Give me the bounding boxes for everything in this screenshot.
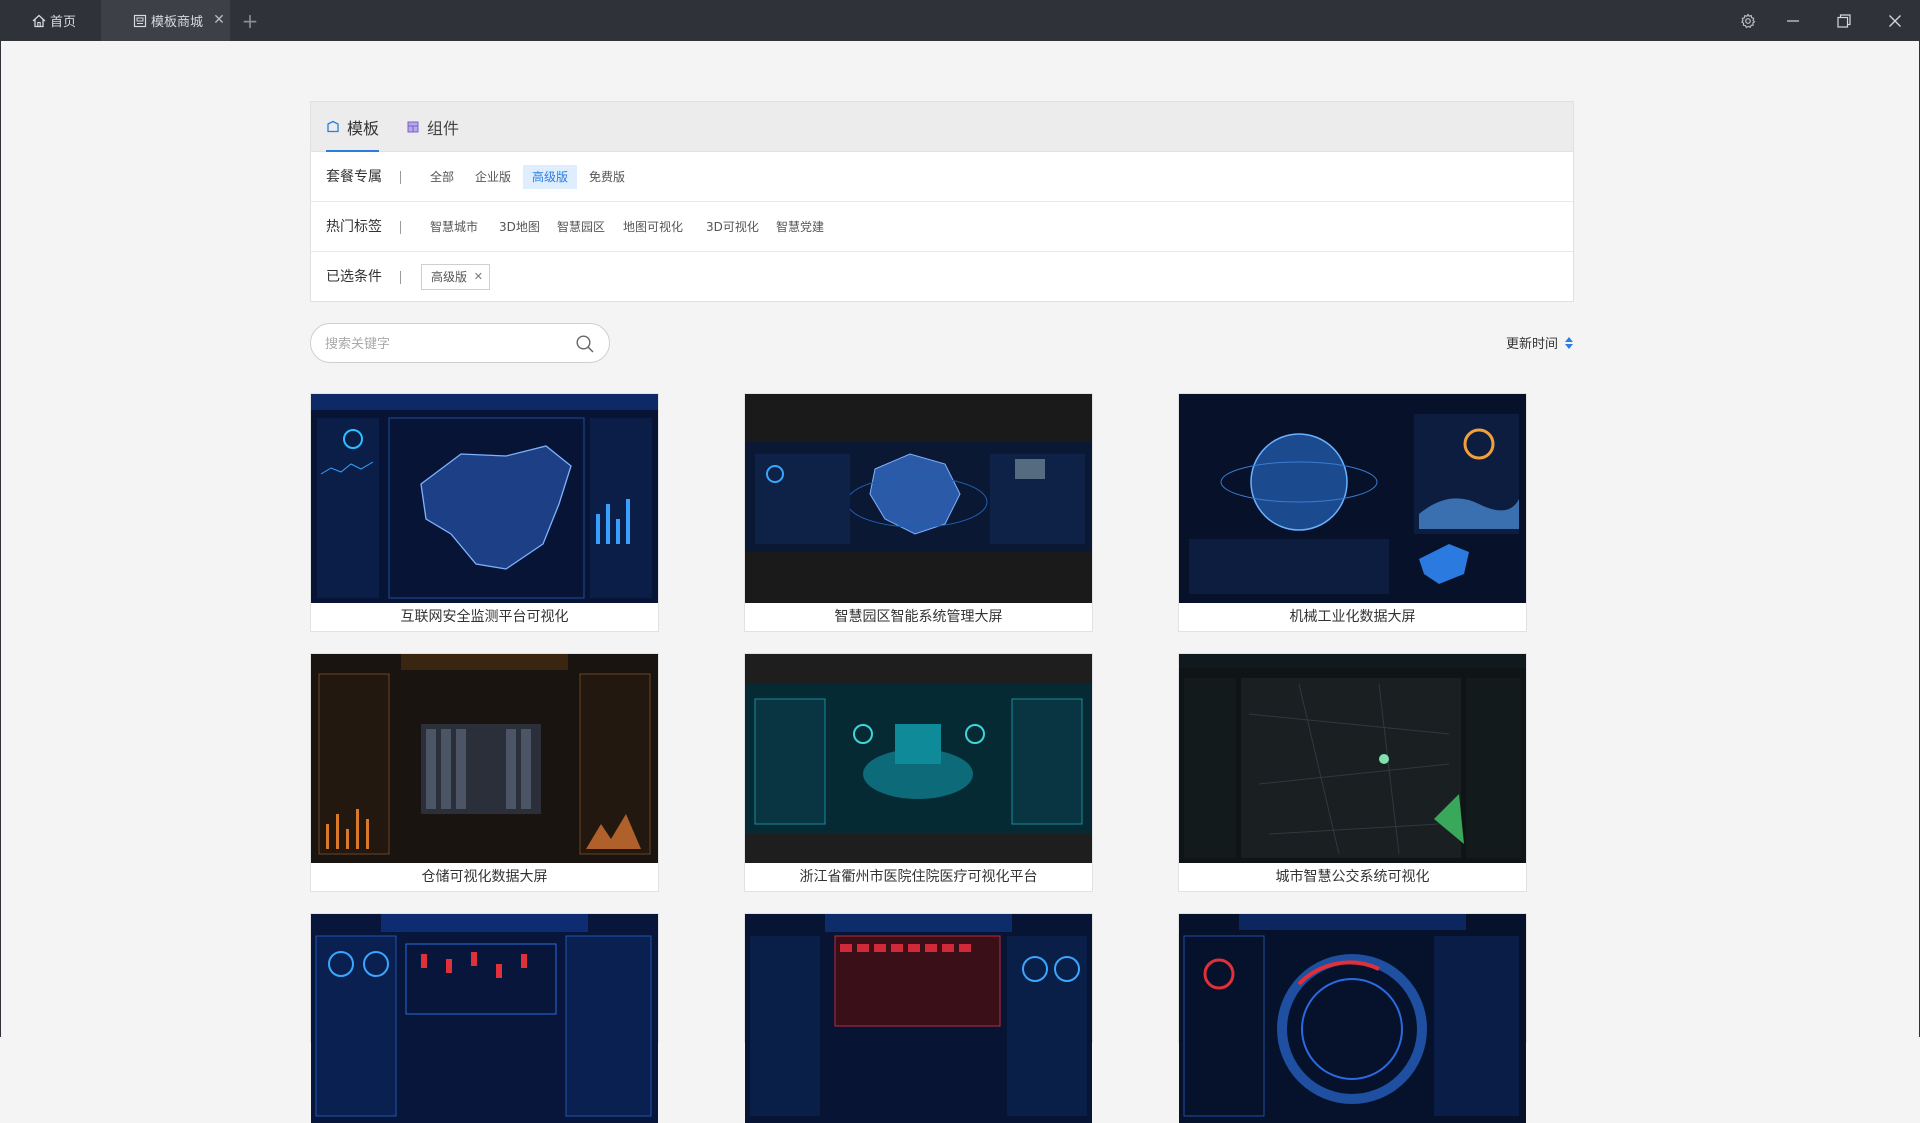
dashboard-thumbnail [1179, 394, 1526, 603]
package-option-enterprise[interactable]: 企业版 [466, 165, 520, 189]
close-tab-icon[interactable]: ✕ [212, 13, 226, 27]
template-card[interactable] [310, 913, 659, 1123]
chosen-filter-label: 已选条件 [326, 269, 382, 285]
separator [400, 271, 401, 284]
tag-option[interactable]: 地图可视化 [614, 215, 692, 239]
sort-arrows-icon [1565, 336, 1574, 349]
package-option-advanced[interactable]: 高级版 [523, 165, 578, 189]
package-option-free[interactable]: 免费版 [580, 165, 634, 189]
home-icon [32, 14, 46, 28]
template-card[interactable]: 仓储可视化数据大屏 [310, 653, 659, 892]
separator [400, 171, 401, 184]
dashboard-thumbnail [745, 654, 1092, 863]
card-title: 浙江省衢州市医院住院医疗可视化平台 [799, 869, 1038, 885]
tag-option[interactable]: 智慧园区 [548, 215, 614, 239]
filter-panel: 模板 组件 套餐专属 全部 企业版 高级版 免费版 热门标签 智慧城市 3D地图… [310, 101, 1574, 302]
template-icon [327, 120, 339, 133]
search-icon[interactable] [575, 334, 595, 354]
tab-component[interactable]: 组件 [406, 102, 459, 152]
minimize-icon [1787, 19, 1799, 22]
dashboard-thumbnail [311, 654, 658, 863]
remove-chip-icon[interactable]: ✕ [474, 265, 483, 289]
chosen-filter-row: 已选条件 高级版 ✕ [311, 252, 1573, 302]
dashboard-thumbnail [311, 914, 658, 1123]
tag-option[interactable]: 智慧城市 [421, 215, 487, 239]
tag-option[interactable]: 3D可视化 [697, 215, 768, 239]
package-filter-label: 套餐专属 [326, 169, 382, 185]
dashboard-thumbnail [1179, 654, 1526, 863]
main-content: 模板 组件 套餐专属 全部 企业版 高级版 免费版 热门标签 智慧城市 3D地图… [0, 41, 1920, 1123]
separator [400, 221, 401, 234]
chip-label: 高级版 [431, 270, 468, 284]
tab-template-label: 模板 [347, 119, 380, 138]
dashboard-thumbnail [745, 394, 1092, 603]
template-card[interactable]: 浙江省衢州市医院住院医疗可视化平台 [744, 653, 1093, 892]
template-card[interactable]: 互联网安全监测平台可视化 [310, 393, 659, 632]
template-card[interactable] [1178, 913, 1527, 1123]
tag-option[interactable]: 智慧党建 [767, 215, 833, 239]
card-title: 互联网安全监测平台可视化 [400, 609, 569, 625]
dashboard-thumbnail [745, 914, 1092, 1123]
sort-label: 更新时间 [1506, 337, 1559, 352]
new-tab-button[interactable]: + [230, 0, 270, 41]
close-window-button[interactable] [1872, 0, 1918, 41]
tab-home-label: 首页 [50, 15, 77, 30]
component-icon [407, 121, 419, 133]
template-card[interactable]: 智慧园区智能系统管理大屏 [744, 393, 1093, 632]
settings-button[interactable] [1725, 0, 1771, 41]
restore-icon [1837, 13, 1851, 28]
gear-icon [1741, 13, 1756, 28]
dashboard-thumbnail [311, 394, 658, 603]
tab-template-store[interactable]: 模板商城 ✕ [101, 0, 230, 41]
tab-home[interactable]: 首页 [0, 0, 101, 41]
search-input[interactable] [325, 333, 565, 355]
card-title: 城市智慧公交系统可视化 [1275, 869, 1430, 885]
store-icon [133, 14, 147, 28]
tab-template[interactable]: 模板 [326, 102, 380, 152]
template-card[interactable]: 城市智慧公交系统可视化 [1178, 653, 1527, 892]
tab-component-label: 组件 [427, 119, 460, 138]
tag-option[interactable]: 3D地图 [490, 215, 549, 239]
minimize-button[interactable] [1770, 0, 1816, 41]
card-title: 智慧园区智能系统管理大屏 [834, 609, 1003, 625]
card-title: 仓储可视化数据大屏 [421, 869, 548, 885]
filter-tabs: 模板 组件 [311, 102, 1573, 152]
title-bar: 首页 模板商城 ✕ + [0, 0, 1920, 41]
dashboard-thumbnail [1179, 914, 1526, 1123]
tag-filter-row: 热门标签 智慧城市 3D地图 智慧园区 地图可视化 3D可视化 智慧党建 [311, 202, 1573, 252]
close-icon [1889, 14, 1901, 27]
chosen-chip: 高级版 ✕ [421, 264, 491, 290]
package-filter-row: 套餐专属 全部 企业版 高级版 免费版 [311, 152, 1573, 202]
sort-by-update-time[interactable]: 更新时间 [1506, 333, 1574, 352]
tab-template-store-label: 模板商城 [151, 15, 204, 30]
restore-button[interactable] [1821, 0, 1867, 41]
tag-filter-label: 热门标签 [326, 219, 382, 235]
template-card[interactable] [744, 913, 1093, 1123]
template-card[interactable]: 机械工业化数据大屏 [1178, 393, 1527, 632]
search-box [310, 323, 610, 363]
card-title: 机械工业化数据大屏 [1289, 609, 1416, 625]
package-option-all[interactable]: 全部 [421, 165, 463, 189]
